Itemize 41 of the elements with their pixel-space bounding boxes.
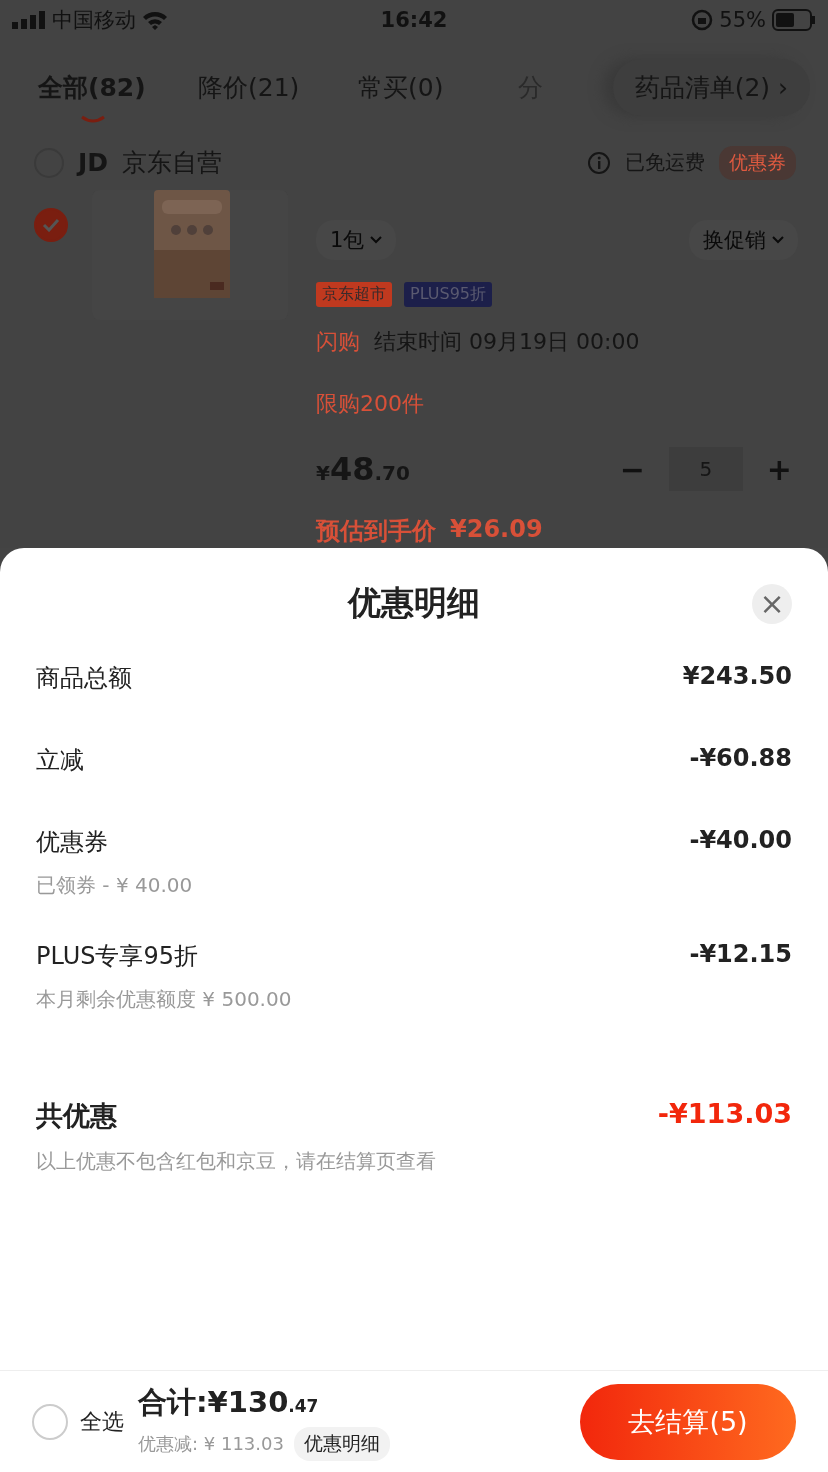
rotation-lock-icon	[691, 9, 714, 31]
discount-amount: -¥12.15	[689, 940, 792, 968]
increase-button[interactable]: +	[760, 451, 798, 487]
checkbox[interactable]	[34, 208, 68, 242]
flash-sale-label: 闪购	[316, 328, 360, 356]
chevron-down-icon	[772, 236, 784, 244]
discount-label: PLUS专享95折	[36, 941, 199, 972]
checkmark-icon	[42, 218, 60, 232]
discount-amount: -¥40.00	[689, 826, 792, 854]
product-tag: PLUS95折	[404, 282, 492, 307]
info-icon	[587, 150, 611, 175]
discount-note: 本月剩余优惠额度 ¥ 500.00	[36, 986, 292, 1013]
sheet-title: 优惠明细	[348, 581, 480, 624]
discount-label: 立减	[36, 745, 84, 776]
purchase-limit: 限购200件	[316, 390, 425, 418]
total-discount-amount: -¥113.03	[657, 1098, 792, 1131]
discount-label: 优惠券	[36, 827, 109, 858]
promotion-selector[interactable]: 换促销	[689, 220, 798, 260]
chevron-down-icon	[370, 236, 383, 244]
product-tag: 京东超市	[316, 282, 392, 307]
discount-summary: 优惠减: ¥ 113.03	[138, 1431, 284, 1456]
discount-note: 已领券 - ¥ 40.00	[36, 872, 193, 899]
discount-amount: -¥60.88	[689, 744, 792, 772]
checkout-button[interactable]: 去结算(5)	[580, 1383, 796, 1460]
estimate-price: ¥26.09	[450, 515, 543, 545]
total-price: 合计:¥130.47	[138, 1383, 320, 1421]
decrease-button[interactable]: −	[613, 451, 651, 487]
coupon-button[interactable]: 优惠券	[719, 145, 796, 180]
battery-icon	[772, 9, 816, 31]
discount-label: 商品总额	[36, 663, 132, 694]
total-discount-label: 共优惠	[36, 1099, 118, 1133]
signal-icon	[12, 11, 46, 29]
estimate-label: 预估到手价	[316, 516, 436, 547]
select-all-label: 全选	[80, 1407, 124, 1436]
spec-selector[interactable]: 1包	[316, 220, 397, 260]
total-discount-note: 以上优惠不包含红包和京豆，请在结算页查看	[36, 1148, 436, 1175]
tab-indicator-icon	[80, 114, 106, 123]
close-button[interactable]: ×	[752, 584, 792, 624]
discount-detail-button[interactable]: 优惠明细	[293, 1426, 390, 1461]
wifi-icon	[142, 10, 168, 30]
discount-amount: ¥243.50	[682, 662, 792, 690]
